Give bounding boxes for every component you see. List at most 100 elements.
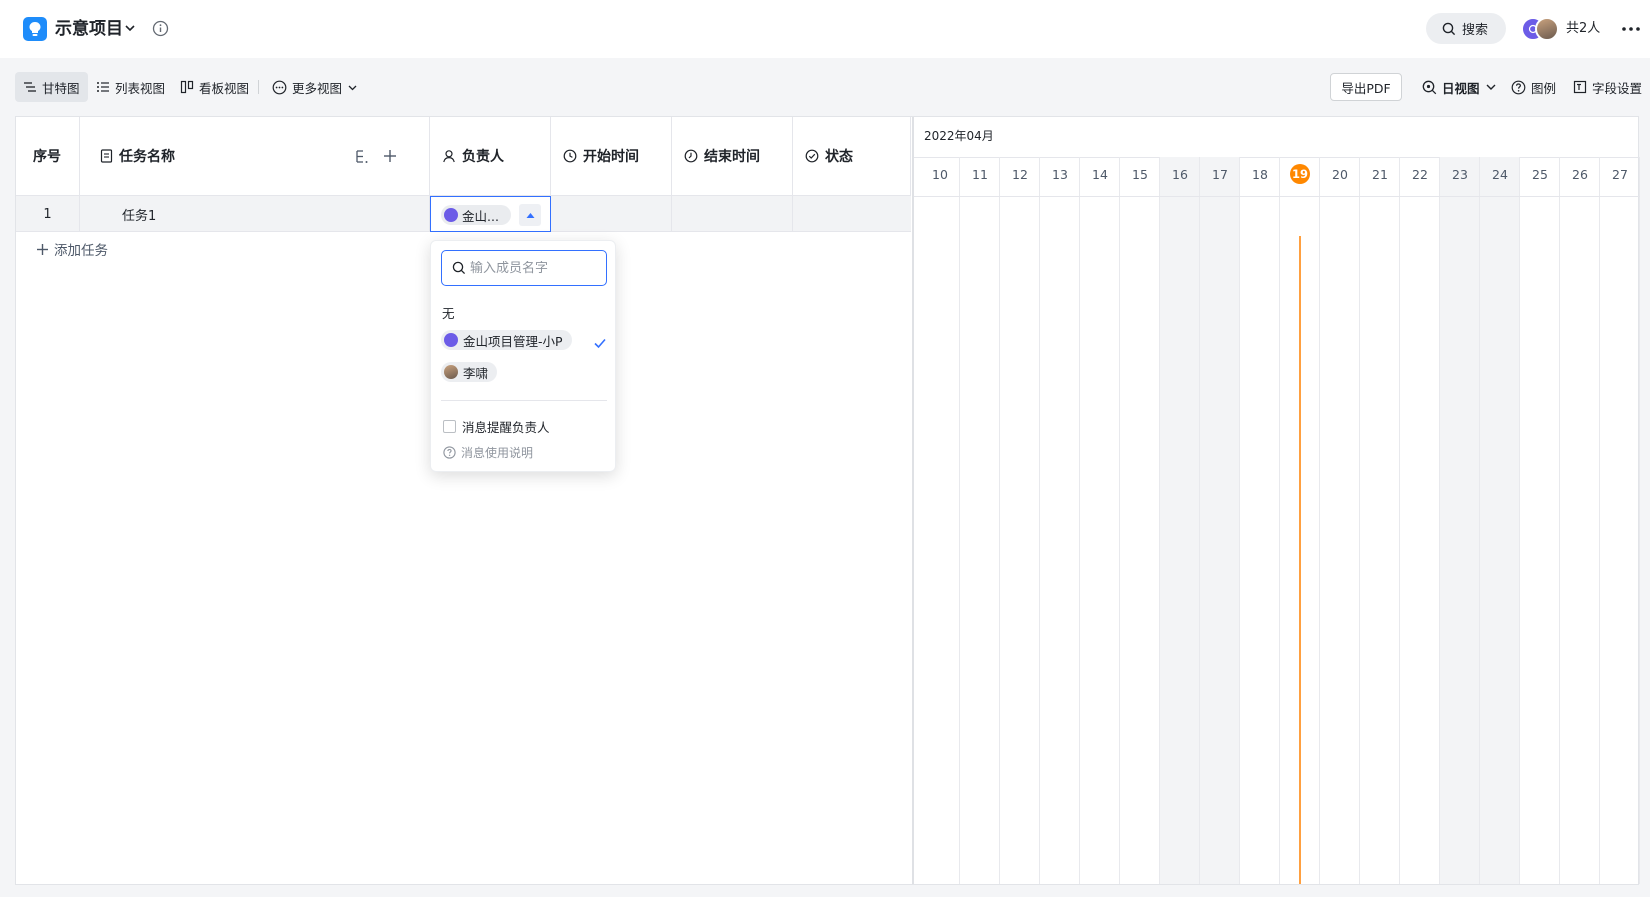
column-header-end-time[interactable]: 结束时间 [672,117,793,196]
column-header-task-name[interactable]: 任务名称 [80,117,430,196]
row-task-name[interactable]: 任务1 [80,196,430,232]
tab-list[interactable]: 列表视图 [88,72,173,102]
chevron-down-icon[interactable] [122,20,138,36]
column-task-name-label: 任务名称 [119,149,175,165]
assignee-dropdown: 无 金山项目管理-小P 李啸 消息提醒负责人 消息使用说明 [430,240,616,472]
notify-assignee-checkbox[interactable]: 消息提醒负责人 [443,417,550,436]
gantt-day-column[interactable]: 18 [1240,157,1280,884]
row-start-time[interactable] [551,196,672,232]
chevron-down-icon [1486,84,1496,90]
message-help-link[interactable]: 消息使用说明 [443,444,533,461]
gantt-day-column[interactable]: 24 [1480,157,1520,884]
divider [441,400,607,401]
gantt-month-label: 2022年04月 [924,129,994,143]
info-icon[interactable] [152,20,169,37]
day-view-dropdown[interactable]: 日视图 [1422,73,1497,101]
gantt-day-column[interactable]: 17 [1200,157,1240,884]
column-header-status[interactable]: 状态 [793,117,911,196]
gantt-day-label: 25 [1532,167,1548,182]
column-header-start-time[interactable]: 开始时间 [551,117,672,196]
view-toolbar: 甘特图 列表视图 看板视图 更多视图 导出PDF 日视图 图例 字段设置 [0,58,1650,116]
gantt-day-column[interactable]: 23 [1440,157,1480,884]
row-end-time[interactable] [672,196,793,232]
gantt-day-column[interactable]: 10 [920,157,960,884]
gantt-day-label: 27 [1612,167,1628,182]
member-option-label: 金山项目管理-小P [463,333,563,349]
gantt-day-column[interactable]: 20 [1320,157,1360,884]
option-none[interactable]: 无 [442,303,455,322]
gantt-day-column[interactable]: 22 [1400,157,1440,884]
tab-more-views[interactable]: 更多视图 [264,72,366,102]
search-icon [1442,22,1456,35]
field-settings-button[interactable]: 字段设置 [1573,73,1642,101]
today-line [1299,236,1301,884]
assignee-chip[interactable]: 金山... [441,205,511,225]
gantt-day-label: 16 [1172,167,1188,182]
gantt-day-label: 13 [1052,167,1068,182]
gantt-day-column[interactable]: 26 [1560,157,1600,884]
gantt-day-column[interactable]: 21 [1360,157,1400,884]
legend-label: 图例 [1531,80,1557,96]
tab-board[interactable]: 看板视图 [172,72,257,102]
dropdown-toggle[interactable] [519,204,541,226]
gantt-day-label: 15 [1132,167,1148,182]
tab-gantt-label: 甘特图 [42,80,80,96]
gantt-day-column[interactable]: 11 [960,157,1000,884]
project-title[interactable]: 示意项目 [55,17,123,41]
add-icon[interactable] [382,148,398,164]
gantt-day-column[interactable]: 15 [1120,157,1160,884]
gantt-day-column[interactable]: 12 [1000,157,1040,884]
zoom-icon [1422,80,1437,94]
help-circle-icon [1511,80,1526,94]
avatar [444,365,458,379]
gantt-day-column[interactable]: 13 [1040,157,1080,884]
tab-gantt[interactable]: 甘特图 [15,72,88,102]
gantt-panel: 序号 任务名称 负责人 开始时间 结束时间 状态 1 任务1 金山... 添加任… [15,116,1640,885]
subtask-icon[interactable] [355,149,370,164]
top-header: 示意项目 搜索 共2人 [0,0,1650,58]
member-avatars[interactable] [1521,17,1561,41]
member-option[interactable]: 李啸 [441,362,498,382]
tab-more-label: 更多视图 [292,80,343,96]
tab-list-label: 列表视图 [115,80,166,96]
gantt-day-label: 23 [1452,167,1468,182]
member-search-input[interactable] [470,260,590,276]
row-assignee-cell[interactable]: 金山... [430,196,551,232]
notify-label: 消息提醒负责人 [462,420,550,435]
member-option-label: 李啸 [463,365,489,381]
gantt-day-column[interactable]: 19 [1280,157,1320,884]
column-header-assignee[interactable]: 负责人 [430,117,551,196]
add-task-label: 添加任务 [54,243,108,259]
divider [914,196,1640,197]
assignee-chip-label: 金山... [462,208,499,224]
gantt-day-column[interactable]: 14 [1080,157,1120,884]
column-assignee-label: 负责人 [462,149,504,165]
gantt-day-column[interactable]: 16 [1160,157,1200,884]
document-icon [100,149,113,163]
gantt-day-label: 14 [1092,167,1108,182]
more-horizontal-icon[interactable] [1620,20,1642,38]
list-icon [97,82,109,92]
member-count[interactable]: 共2人 [1566,20,1600,38]
clock-icon [563,149,577,163]
gantt-day-column[interactable]: 25 [1520,157,1560,884]
project-logo-icon [23,17,47,41]
field-settings-icon [1573,80,1587,94]
board-icon [180,80,194,94]
column-start-label: 开始时间 [583,149,639,165]
checkbox[interactable] [443,420,456,433]
column-header-index: 序号 [16,117,80,196]
gantt-timeline[interactable]: 2022年04月 10 11 12 13 14 15 16 17 18 19 20 21 22 23 24 2… [912,117,1640,884]
export-pdf-button[interactable]: 导出PDF [1330,73,1402,101]
gantt-icon [24,82,36,92]
gantt-day-column[interactable]: 27 [1600,157,1640,884]
avatar [444,333,458,347]
gantt-day-label: 10 [932,167,948,182]
column-status-label: 状态 [825,149,853,165]
search-button[interactable]: 搜索 [1426,13,1506,44]
add-task-button[interactable]: 添加任务 [36,239,108,259]
row-status[interactable] [793,196,911,232]
member-option[interactable]: 金山项目管理-小P [441,330,572,350]
member-search-field[interactable] [441,250,607,286]
legend-button[interactable]: 图例 [1511,73,1556,101]
